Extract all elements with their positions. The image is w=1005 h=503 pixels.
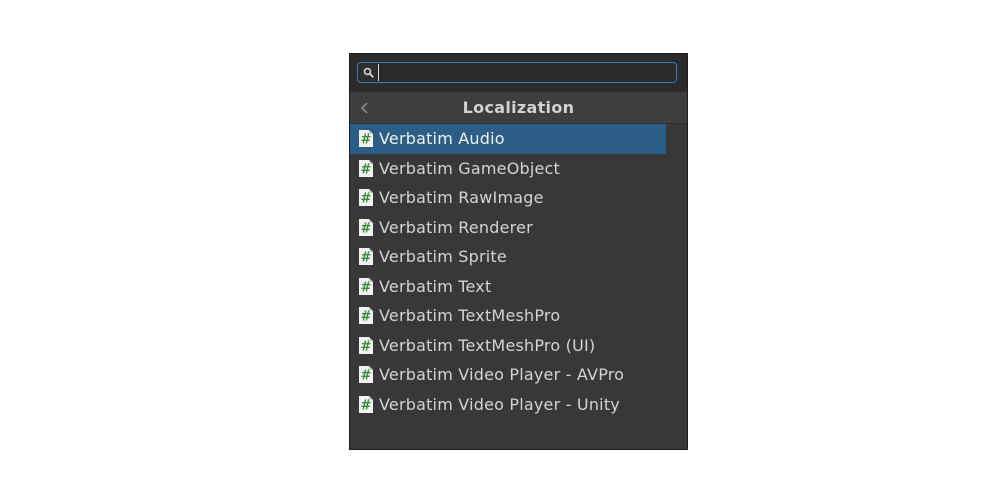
list-item-label: Verbatim Renderer (379, 217, 533, 237)
list-item[interactable]: # Verbatim Video Player - AVPro (350, 360, 666, 390)
list-item-label: Verbatim GameObject (379, 158, 561, 178)
list-item[interactable]: # Verbatim GameObject (350, 154, 666, 184)
category-header: Localization (350, 92, 687, 124)
list-item-label: Verbatim Audio (379, 129, 505, 149)
search-field[interactable] (357, 62, 677, 83)
script-hash-icon: # (359, 248, 373, 266)
list-item[interactable]: # Verbatim Sprite (350, 242, 666, 272)
svg-text:#: # (361, 280, 372, 295)
list-item-label: Verbatim RawImage (379, 188, 544, 208)
svg-text:#: # (361, 398, 372, 413)
script-hash-icon: # (359, 336, 373, 354)
list-item[interactable]: # Verbatim RawImage (350, 183, 666, 213)
svg-text:#: # (361, 162, 372, 177)
list-item-label: Verbatim Sprite (379, 247, 507, 267)
list-item[interactable]: # Verbatim TextMeshPro (UI) (350, 331, 666, 361)
script-hash-icon: # (359, 277, 373, 295)
script-hash-icon: # (359, 130, 373, 148)
script-hash-icon: # (359, 366, 373, 384)
list-item[interactable]: # Verbatim Video Player - Unity (350, 390, 666, 420)
svg-text:#: # (361, 369, 372, 384)
script-hash-icon: # (359, 307, 373, 325)
list-item-label: Verbatim Video Player - AVPro (379, 365, 625, 385)
svg-text:#: # (361, 310, 372, 325)
search-row (350, 54, 687, 92)
script-hash-icon: # (359, 159, 373, 177)
svg-text:#: # (361, 251, 372, 266)
list-item-label: Verbatim TextMeshPro (UI) (379, 335, 596, 355)
svg-text:#: # (361, 192, 372, 207)
list-item-label: Verbatim Video Player - Unity (379, 394, 620, 414)
svg-text:#: # (361, 339, 372, 354)
category-title: Localization (462, 98, 575, 117)
svg-text:#: # (361, 133, 372, 148)
list-item[interactable]: # Verbatim Audio (350, 124, 666, 154)
list-item[interactable]: # Verbatim Text (350, 272, 666, 302)
list-item[interactable]: # Verbatim TextMeshPro (350, 301, 666, 331)
svg-text:#: # (361, 221, 372, 236)
script-hash-icon: # (359, 189, 373, 207)
script-hash-icon: # (359, 218, 373, 236)
search-icon (360, 64, 377, 81)
add-component-popup: Localization # Verbatim Audio # Verbatim Ga… (349, 53, 688, 450)
search-input[interactable] (378, 64, 672, 81)
list-item[interactable]: # Verbatim Renderer (350, 213, 666, 243)
list-item-label: Verbatim Text (379, 276, 492, 296)
script-hash-icon: # (359, 395, 373, 413)
back-button[interactable] (354, 96, 376, 120)
chevron-left-icon (360, 102, 368, 114)
component-list: # Verbatim Audio # Verbatim GameObject # Verb… (350, 124, 687, 419)
list-item-label: Verbatim TextMeshPro (379, 306, 561, 326)
